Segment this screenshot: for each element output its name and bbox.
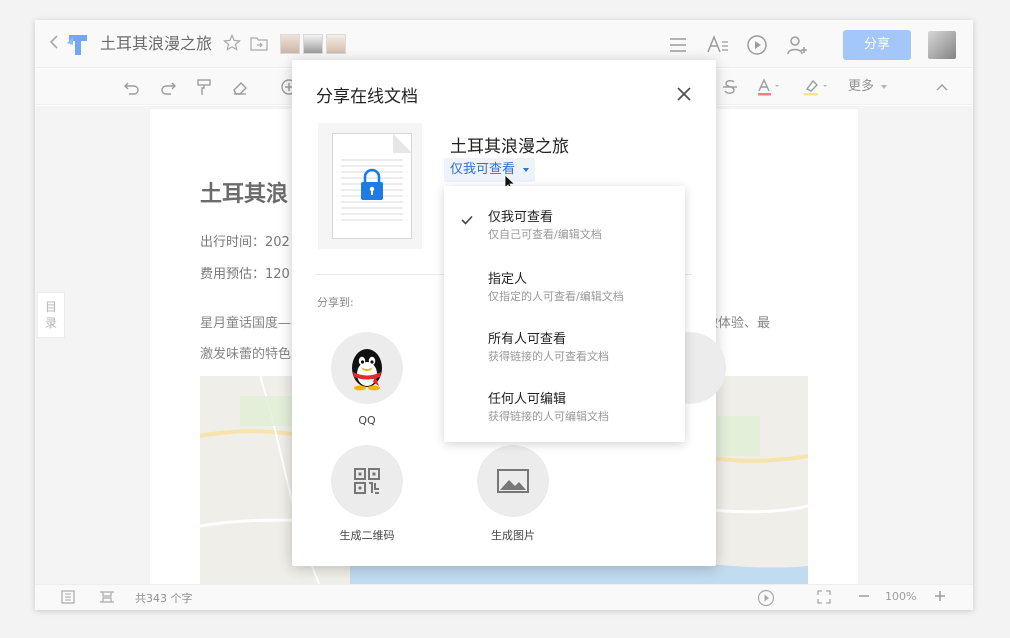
shared-file-name: 土耳其浪漫之旅	[450, 137, 569, 157]
option-description: 获得链接的人可编辑文档	[488, 410, 609, 423]
permission-option-anyone-view[interactable]: 所有人可查看 获得链接的人可查看文档	[444, 316, 685, 376]
permission-option-specified[interactable]: 指定人 仅指定的人可查看/编辑文档	[444, 256, 685, 316]
share-qq-button[interactable]: QQ	[322, 332, 412, 427]
check-icon	[460, 212, 474, 226]
caret-down-icon	[523, 167, 530, 172]
option-title: 仅我可查看	[488, 210, 554, 225]
option-description: 获得链接的人可查看文档	[488, 350, 609, 363]
share-option-label: QQ	[358, 414, 376, 427]
close-icon[interactable]	[674, 84, 694, 104]
option-title: 任何人可编辑	[488, 392, 567, 407]
option-title: 指定人	[488, 272, 528, 287]
generate-image-button[interactable]: 生成图片	[468, 445, 558, 543]
share-to-label: 分享到:	[317, 296, 354, 309]
permission-option-anyone-edit[interactable]: 任何人可编辑 获得链接的人可编辑文档	[444, 376, 685, 436]
file-thumbnail	[318, 123, 422, 249]
permission-menu: 仅我可查看 仅自己可查看/编辑文档 指定人 仅指定的人可查看/编辑文档 所有人可…	[444, 186, 685, 442]
option-description: 仅指定的人可查看/编辑文档	[488, 290, 624, 303]
share-option-label: 生成图片	[491, 529, 535, 542]
option-description: 仅自己可查看/编辑文档	[488, 228, 602, 241]
generate-qrcode-button[interactable]: 生成二维码	[322, 445, 412, 543]
permission-option-only-me[interactable]: 仅我可查看 仅自己可查看/编辑文档	[444, 194, 685, 254]
share-option-label: 生成二维码	[339, 529, 395, 542]
qrcode-icon	[331, 445, 403, 517]
qq-penguin-icon	[331, 332, 403, 404]
document-page-icon	[332, 133, 412, 239]
option-title: 所有人可查看	[488, 332, 567, 347]
image-icon	[477, 445, 549, 517]
dialog-title: 分享在线文档	[316, 87, 418, 107]
permission-dropdown[interactable]: 仅我可查看	[444, 158, 536, 182]
